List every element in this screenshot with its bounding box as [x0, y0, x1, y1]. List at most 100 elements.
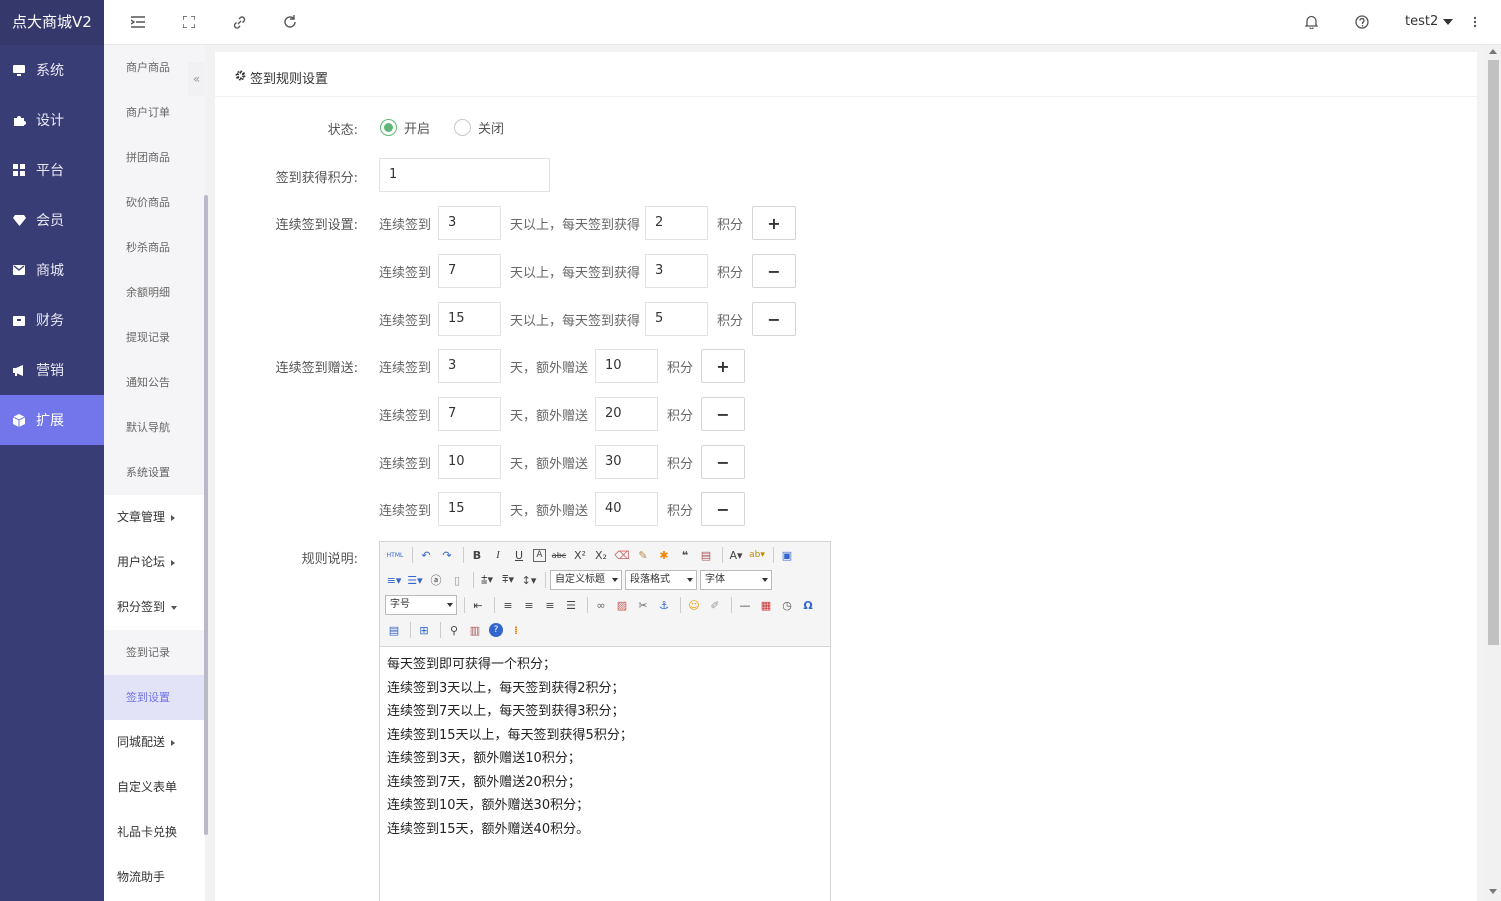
- ordered-list-icon[interactable]: ≡▾: [385, 571, 403, 589]
- preview-icon[interactable]: ▣: [778, 546, 796, 564]
- row-spacing-top-icon[interactable]: ⩲▾: [478, 571, 496, 589]
- remove-row-button[interactable]: −: [701, 492, 745, 526]
- nav-item-extend[interactable]: 扩展: [0, 395, 104, 445]
- subnav-item[interactable]: 提现记录: [104, 315, 205, 360]
- redo-icon[interactable]: ↷: [438, 546, 456, 564]
- format-brush-icon[interactable]: ✎: [634, 546, 652, 564]
- gift-points-input[interactable]: 20: [595, 397, 658, 431]
- row-spacing-bottom-icon[interactable]: ⩱▾: [499, 571, 517, 589]
- menu-toggle-icon[interactable]: [130, 14, 146, 30]
- nav-item-platform[interactable]: 平台: [0, 145, 104, 195]
- paste-plain-icon[interactable]: ▤: [697, 546, 715, 564]
- paragraph-format-select[interactable]: 段落格式: [625, 570, 697, 590]
- more-vertical-icon[interactable]: [1467, 14, 1483, 30]
- gift-points-input[interactable]: 40: [595, 492, 658, 526]
- special-char-icon[interactable]: Ω: [799, 596, 817, 614]
- align-justify-icon[interactable]: ☰: [562, 596, 580, 614]
- subnav-item[interactable]: 商户订单: [104, 90, 205, 135]
- fullscreen-icon[interactable]: [181, 14, 197, 30]
- direction-icon[interactable]: ⇤: [469, 596, 487, 614]
- status-off-radio[interactable]: 关闭: [454, 118, 504, 137]
- refresh-icon[interactable]: [282, 14, 298, 30]
- link-icon[interactable]: ∞: [592, 596, 610, 614]
- main-scrollbar-thumb[interactable]: [1488, 60, 1499, 645]
- user-menu[interactable]: test2: [1405, 14, 1454, 29]
- horizontal-rule-icon[interactable]: —: [736, 596, 754, 614]
- continuous-points-input[interactable]: 3: [645, 254, 708, 288]
- anchor-icon[interactable]: ⚓: [655, 596, 673, 614]
- help-icon[interactable]: ?: [489, 623, 503, 637]
- nav-item-design[interactable]: 设计: [0, 95, 104, 145]
- nav-item-finance[interactable]: 财务: [0, 295, 104, 345]
- subnav-item[interactable]: 拼团商品: [104, 135, 205, 180]
- unlink-icon[interactable]: ✂: [634, 596, 652, 614]
- continuous-points-input[interactable]: 5: [645, 302, 708, 336]
- eraser-icon[interactable]: ⌫: [613, 546, 631, 564]
- unordered-list-icon[interactable]: ☰▾: [406, 571, 424, 589]
- scrawl-icon[interactable]: ✐: [706, 596, 724, 614]
- image-icon[interactable]: ▨: [613, 596, 631, 614]
- remove-row-button[interactable]: −: [752, 254, 796, 288]
- gift-points-input[interactable]: 30: [595, 445, 658, 479]
- align-right-icon[interactable]: ≡: [541, 596, 559, 614]
- continuous-points-input[interactable]: 2: [645, 206, 708, 240]
- collapse-sidebar-button[interactable]: «: [188, 62, 205, 96]
- nav-item-member[interactable]: 会员: [0, 195, 104, 245]
- subnav-item-sign-settings[interactable]: 签到设置: [104, 675, 205, 720]
- line-height-icon[interactable]: ↕▾: [520, 571, 538, 589]
- subnav-item[interactable]: 默认导航: [104, 405, 205, 450]
- case-icon[interactable]: ⓐ: [427, 571, 445, 589]
- time-icon[interactable]: ◷: [778, 596, 796, 614]
- subscript-icon[interactable]: X₂: [592, 546, 610, 564]
- continuous-days-input[interactable]: 3: [438, 206, 501, 240]
- superscript-icon[interactable]: X²: [571, 546, 589, 564]
- remove-row-button[interactable]: −: [701, 445, 745, 479]
- clear-doc-icon[interactable]: ▯: [448, 571, 466, 589]
- italic-icon[interactable]: I: [489, 546, 507, 564]
- bell-icon[interactable]: [1303, 14, 1319, 30]
- custom-title-select[interactable]: 自定义标题: [550, 570, 622, 590]
- status-on-radio[interactable]: 开启: [380, 118, 430, 137]
- align-center-icon[interactable]: ≡: [520, 596, 538, 614]
- nav-item-system[interactable]: 系统: [0, 45, 104, 95]
- template-icon[interactable]: ▤: [385, 621, 403, 639]
- gift-points-input[interactable]: 10: [595, 349, 658, 383]
- gift-days-input[interactable]: 3: [438, 349, 501, 383]
- chinese-punctuation-icon[interactable]: ⁞: [507, 621, 525, 639]
- scroll-down-icon[interactable]: [1489, 889, 1497, 894]
- subnav-item[interactable]: 砍价商品: [104, 180, 205, 225]
- subnav-group-article[interactable]: 文章管理: [104, 495, 205, 540]
- add-row-button[interactable]: +: [752, 206, 796, 240]
- font-color-icon[interactable]: A▾: [727, 546, 745, 564]
- subnav-item-logistics[interactable]: 物流助手: [104, 855, 205, 900]
- gift-days-input[interactable]: 7: [438, 397, 501, 431]
- subnav-group-delivery[interactable]: 同城配送: [104, 720, 205, 765]
- subnav-group-forum[interactable]: 用户论坛: [104, 540, 205, 585]
- quote-icon[interactable]: ❝: [676, 546, 694, 564]
- align-left-icon[interactable]: ≡: [499, 596, 517, 614]
- subnav-item[interactable]: 系统设置: [104, 450, 205, 495]
- gift-days-input[interactable]: 15: [438, 492, 501, 526]
- strikethrough-icon[interactable]: abc: [550, 546, 568, 564]
- help-icon[interactable]: [1354, 14, 1370, 30]
- subnav-item-gift-card[interactable]: 礼品卡兑换: [104, 810, 205, 855]
- nav-item-mall[interactable]: 商城: [0, 245, 104, 295]
- undo-icon[interactable]: ↶: [417, 546, 435, 564]
- subnav-item-sign-records[interactable]: 签到记录: [104, 630, 205, 675]
- date-icon[interactable]: ▦: [757, 596, 775, 614]
- remove-row-button[interactable]: −: [701, 397, 745, 431]
- font-family-select[interactable]: 字体: [700, 570, 772, 590]
- highlight-color-icon[interactable]: ab▾: [748, 546, 766, 564]
- remove-row-button[interactable]: −: [752, 302, 796, 336]
- continuous-days-input[interactable]: 7: [438, 254, 501, 288]
- html-source-button[interactable]: HTML: [385, 546, 405, 564]
- auto-typeset-icon[interactable]: ✱: [655, 546, 673, 564]
- points-input[interactable]: 1: [379, 158, 550, 192]
- bold-icon[interactable]: B: [468, 546, 486, 564]
- link-icon[interactable]: [231, 14, 247, 30]
- subnav-item[interactable]: 余额明细: [104, 270, 205, 315]
- nav-item-marketing[interactable]: 营销: [0, 345, 104, 395]
- add-row-button[interactable]: +: [701, 349, 745, 383]
- table-icon[interactable]: ⊞: [415, 621, 433, 639]
- subnav-item[interactable]: 秒杀商品: [104, 225, 205, 270]
